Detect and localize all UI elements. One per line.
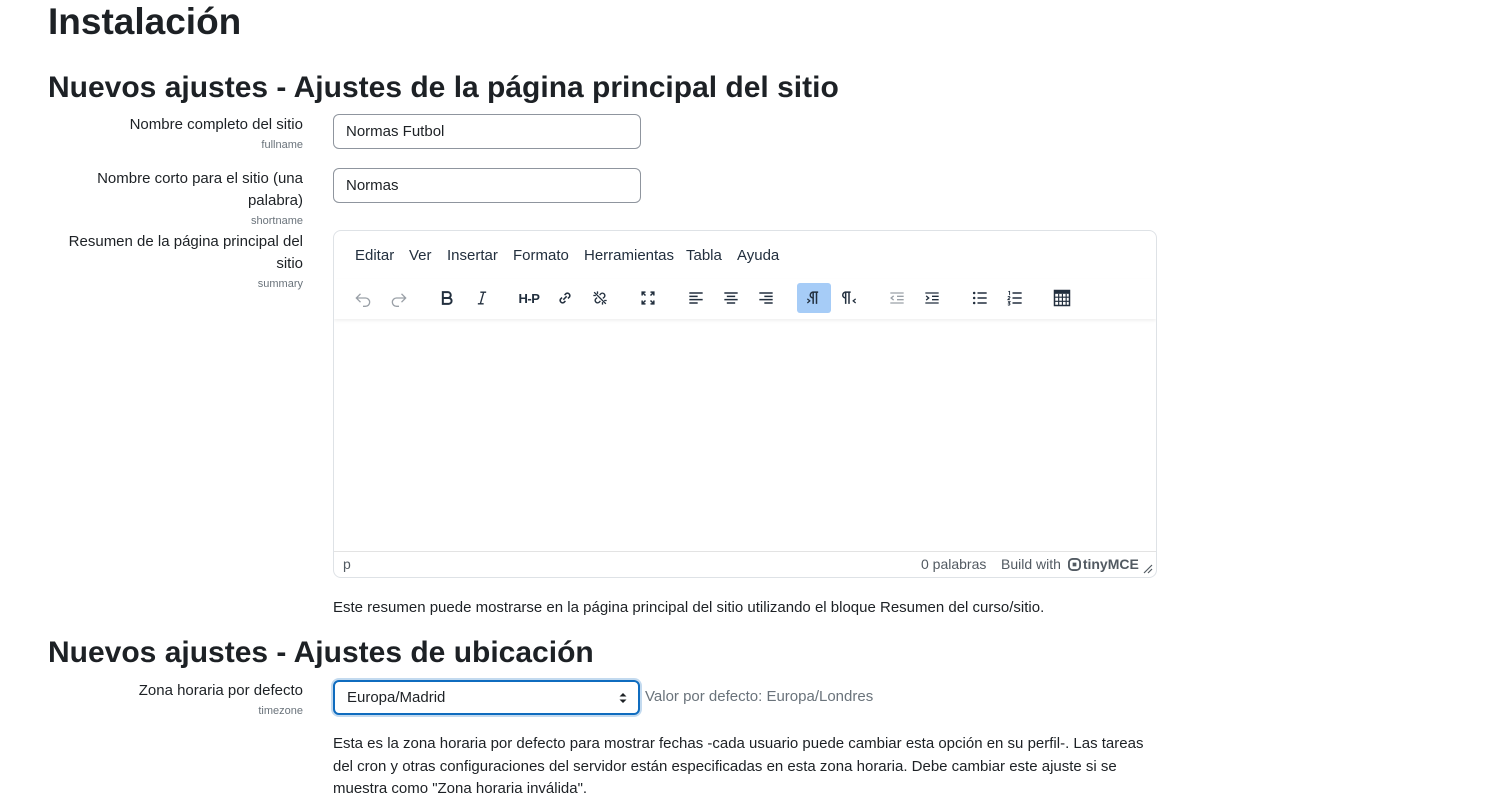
menu-insert[interactable]: Insertar [447,247,498,264]
shortname-setting-name: shortname [251,215,303,227]
align-right-icon [759,292,773,304]
timezone-description-line2: del cron y otras configuraciones del ser… [333,757,1117,775]
table-button[interactable] [1045,283,1079,313]
element-path[interactable]: p [343,556,351,572]
unlink-icon [593,291,607,305]
outdent-button[interactable] [880,283,914,313]
timezone-description-line3: muestra como "Zona horaria inválida". [333,780,588,797]
select-arrows-icon [619,693,627,703]
align-right-button[interactable] [749,283,783,313]
page-title: Instalación [48,1,242,42]
shortname-label-line1: Nombre corto para el sitio (una [97,170,303,187]
outdent-icon [890,292,904,304]
summary-editor: Editar Ver Insertar Formato Herramientas… [333,230,1157,578]
bullet-list-icon [972,291,987,305]
rtl-button[interactable] [832,283,866,313]
timezone-description-line1: Esta es la zona horaria por defecto para… [333,735,1144,752]
tinymce-brand-text: tinyMCE [1082,556,1139,572]
fullscreen-button[interactable] [631,283,665,313]
h5p-button[interactable]: H-P [512,283,546,313]
section-heading-location: Nuevos ajustes - Ajustes de ubicación [48,636,594,669]
word-count[interactable]: 0 palabras [921,556,986,572]
summary-label: Resumen de la página principal del sitio [69,231,303,275]
shortname-input[interactable] [333,168,641,203]
ltr-button[interactable] [797,283,831,313]
timezone-setting-name: timezone [258,705,303,717]
tinymce-branding[interactable]: Build with tinyMCE [1001,556,1139,572]
summary-description: Este resumen puede mostrarse en la págin… [333,599,1045,616]
menu-edit[interactable]: Editar [355,247,394,264]
align-left-button[interactable] [679,283,713,313]
italic-button[interactable] [465,283,499,313]
align-left-icon [689,292,703,304]
summary-setting-name: summary [257,278,303,290]
tinymce-logo-icon [1067,558,1081,571]
menu-table[interactable]: Tabla [686,247,722,264]
timezone-label: Zona horaria por defecto [138,682,303,699]
redo-button[interactable] [382,283,416,313]
section-heading-frontpage: Nuevos ajustes - Ajustes de la página pr… [48,71,839,104]
numbered-list-button[interactable] [998,283,1032,313]
link-icon [559,292,571,304]
bold-button[interactable] [430,283,464,313]
summary-label-line1: Resumen de la página principal del [68,233,303,250]
menu-tools[interactable]: Herramientas [584,247,674,264]
editor-toolbar: H-P [334,279,1156,319]
fullname-label: Nombre completo del sitio [129,116,303,133]
unlink-button[interactable] [583,283,617,313]
editor-content-area[interactable] [334,323,1156,553]
editor-menubar: Editar Ver Insertar Formato Herramientas… [334,231,1156,279]
timezone-select[interactable]: Europa/Madrid [333,680,640,715]
shortname-label: Nombre corto para el sitio (una palabra) [97,168,303,212]
fullname-input[interactable] [333,114,641,149]
menu-format[interactable]: Formato [513,247,569,264]
ltr-icon [806,291,819,304]
align-center-button[interactable] [714,283,748,313]
build-with-text: Build with [1001,556,1061,572]
undo-icon [355,293,371,307]
link-button[interactable] [548,283,582,313]
indent-button[interactable] [915,283,949,313]
summary-label-line2: sitio [276,255,303,272]
timezone-description: Esta es la zona horaria por defecto para… [333,733,1143,801]
rtl-icon [842,291,857,304]
menu-help[interactable]: Ayuda [737,247,779,264]
fullscreen-icon [641,291,655,305]
shortname-label-line2: palabra) [247,192,303,209]
h5p-icon: H-P [518,290,540,306]
numbered-list-icon [1006,290,1022,306]
bullet-list-button[interactable] [963,283,997,313]
menu-view[interactable]: Ver [409,247,432,264]
italic-icon [477,291,487,305]
align-center-icon [724,292,738,304]
redo-icon [391,293,407,307]
bold-icon [441,291,453,305]
timezone-default-value: Valor por defecto: Europa/Londres [645,688,874,705]
fullname-setting-name: fullname [261,139,303,151]
table-icon [1053,289,1071,307]
undo-button[interactable] [346,283,380,313]
editor-statusbar: p 0 palabras Build with tinyMCE [334,551,1156,577]
timezone-selected-value: Europa/Madrid [347,689,446,706]
resize-handle-icon[interactable] [1143,564,1153,574]
indent-icon [925,292,939,304]
